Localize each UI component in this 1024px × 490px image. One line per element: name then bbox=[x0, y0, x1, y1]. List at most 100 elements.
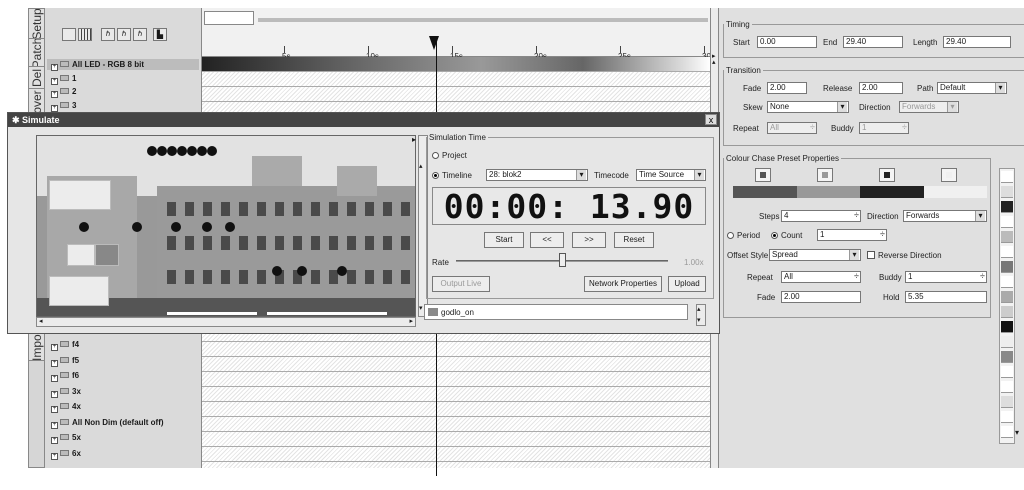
steps-spinner[interactable]: 4 bbox=[781, 210, 861, 222]
palette-color[interactable] bbox=[1001, 306, 1013, 318]
project-radio[interactable]: Project bbox=[432, 151, 467, 160]
layer-list-scroll[interactable]: ▴ ▾ bbox=[696, 304, 706, 326]
expand-icon[interactable]: + bbox=[51, 375, 58, 382]
period-radio-icon[interactable] bbox=[727, 232, 734, 239]
track-row[interactable]: +3x bbox=[47, 386, 199, 398]
tab-setup[interactable]: Setup bbox=[29, 9, 44, 39]
palette-color[interactable] bbox=[1001, 231, 1013, 243]
track-row[interactable]: + f5 bbox=[47, 355, 199, 367]
expand-icon[interactable]: + bbox=[51, 104, 58, 112]
tab-patch[interactable]: Patch bbox=[29, 39, 44, 67]
timeline-radio-icon[interactable] bbox=[432, 172, 439, 179]
add-group-icon[interactable]: ℏ bbox=[117, 28, 131, 41]
skew-select[interactable]: None bbox=[767, 101, 849, 113]
preview-scroll-right-icon[interactable]: ▸ bbox=[409, 317, 413, 325]
length-input[interactable]: 29.40 bbox=[943, 36, 1011, 48]
palette-color[interactable] bbox=[1001, 216, 1013, 228]
track-row[interactable]: +3 bbox=[47, 100, 199, 112]
network-properties-button[interactable]: Network Properties bbox=[584, 276, 662, 292]
palette-color[interactable] bbox=[1001, 261, 1013, 273]
expand-icon[interactable]: + bbox=[51, 359, 58, 367]
building-preview-image[interactable] bbox=[36, 135, 416, 317]
grid-icon[interactable] bbox=[78, 28, 92, 41]
scroll-up-icon[interactable]: ▴ bbox=[712, 58, 716, 66]
end-input[interactable]: 29.40 bbox=[843, 36, 903, 48]
palette-color[interactable] bbox=[1001, 381, 1013, 393]
chase-fade-input[interactable]: 2.00 bbox=[781, 291, 861, 303]
playhead-marker-icon[interactable] bbox=[429, 36, 439, 50]
chase-step-1[interactable] bbox=[733, 186, 797, 198]
palette-color[interactable] bbox=[1001, 366, 1013, 378]
rgb-preset-bar[interactable] bbox=[202, 57, 710, 71]
timeline-select[interactable]: 28: blok2 bbox=[486, 169, 588, 181]
track-row[interactable]: + f6 bbox=[47, 370, 199, 382]
repeat-spinner[interactable]: All bbox=[767, 122, 817, 134]
layer-list[interactable]: godlo_on bbox=[424, 304, 688, 320]
reset-button[interactable]: Reset bbox=[614, 232, 654, 248]
count-spinner[interactable]: 1 bbox=[817, 229, 887, 241]
start-button[interactable]: Start bbox=[484, 232, 524, 248]
start-input[interactable]: 0.00 bbox=[757, 36, 817, 48]
palette-color[interactable] bbox=[1001, 336, 1013, 348]
timeline-ruler[interactable]: 5s10s15s20s25s30s bbox=[202, 8, 715, 61]
forward-button[interactable]: >> bbox=[572, 232, 606, 248]
move-down-icon[interactable]: ▙ bbox=[153, 28, 167, 41]
chase-repeat-spinner[interactable]: All bbox=[781, 271, 861, 283]
project-radio-icon[interactable] bbox=[432, 152, 439, 159]
palette-color[interactable] bbox=[1001, 186, 1013, 198]
palette-color[interactable] bbox=[1001, 291, 1013, 303]
layer-scroll-up-icon[interactable]: ▴ bbox=[697, 305, 701, 313]
track-row[interactable]: +1 bbox=[47, 73, 199, 85]
sort-icon[interactable]: ℏ bbox=[133, 28, 147, 41]
count-radio[interactable]: Count bbox=[771, 231, 802, 240]
palette-color[interactable] bbox=[1001, 201, 1013, 213]
track-row[interactable]: +2 bbox=[47, 86, 199, 98]
path-select[interactable]: Default bbox=[937, 82, 1007, 94]
track-row[interactable]: + All LED - RGB 8 bit bbox=[47, 59, 199, 71]
preview-scroll-left-icon[interactable]: ◂ bbox=[39, 317, 43, 325]
ruler-scroll-track[interactable] bbox=[258, 18, 708, 22]
preview-expand-icon[interactable]: ▸ bbox=[412, 135, 416, 144]
palette-strip[interactable] bbox=[999, 168, 1015, 444]
expand-icon[interactable]: + bbox=[51, 390, 58, 398]
colour-swatch-2[interactable] bbox=[817, 168, 833, 182]
direction-select[interactable]: Forwards bbox=[899, 101, 959, 113]
ruler-scroll-thumb[interactable] bbox=[204, 11, 254, 25]
output-live-button[interactable]: Output Live bbox=[432, 276, 490, 292]
chase-direction-select[interactable]: Forwards bbox=[903, 210, 987, 222]
fade-input[interactable]: 2.00 bbox=[767, 82, 807, 94]
palette-color[interactable] bbox=[1001, 351, 1013, 363]
rate-slider-thumb[interactable] bbox=[559, 253, 566, 267]
expand-icon[interactable]: + bbox=[51, 452, 58, 460]
track-row[interactable]: +5x bbox=[47, 432, 199, 444]
buddy-spinner[interactable]: 1 bbox=[859, 122, 909, 134]
expand-icon[interactable]: + bbox=[51, 406, 58, 413]
expand-icon[interactable]: + bbox=[51, 344, 58, 351]
palette-scroll-down-icon[interactable]: ▾ bbox=[1015, 428, 1019, 437]
palette-color[interactable] bbox=[1001, 171, 1013, 183]
colour-chase-bar[interactable] bbox=[733, 186, 987, 198]
track-row[interactable]: + f4 bbox=[47, 339, 199, 351]
chase-buddy-spinner[interactable]: 1 bbox=[905, 271, 987, 283]
timeline-radio[interactable]: Timeline bbox=[432, 171, 472, 180]
timecode-select[interactable]: Time Source bbox=[636, 169, 706, 181]
expand-icon[interactable]: + bbox=[51, 77, 58, 85]
reverse-direction-checkbox[interactable]: Reverse Direction bbox=[867, 251, 942, 260]
track-row[interactable]: +4x bbox=[47, 401, 199, 413]
simulate-titlebar[interactable]: ✱ Simulate bbox=[8, 113, 719, 127]
chase-step-2[interactable] bbox=[796, 186, 860, 198]
reverse-checkbox-icon[interactable] bbox=[867, 251, 875, 259]
group-icon[interactable]: ℏ bbox=[101, 28, 115, 41]
expand-icon[interactable]: + bbox=[51, 64, 58, 71]
layer-scroll-down-icon[interactable]: ▾ bbox=[697, 316, 701, 324]
expand-icon[interactable]: + bbox=[51, 421, 58, 429]
rewind-button[interactable]: << bbox=[530, 232, 564, 248]
palette-color[interactable] bbox=[1001, 321, 1013, 333]
tab-del[interactable]: Del bbox=[29, 67, 44, 89]
expand-icon[interactable]: + bbox=[51, 437, 58, 444]
release-input[interactable]: 2.00 bbox=[859, 82, 903, 94]
palette-color[interactable] bbox=[1001, 276, 1013, 288]
palette-color[interactable] bbox=[1001, 396, 1013, 408]
chase-step-3[interactable] bbox=[860, 186, 924, 198]
count-radio-icon[interactable] bbox=[771, 232, 778, 239]
